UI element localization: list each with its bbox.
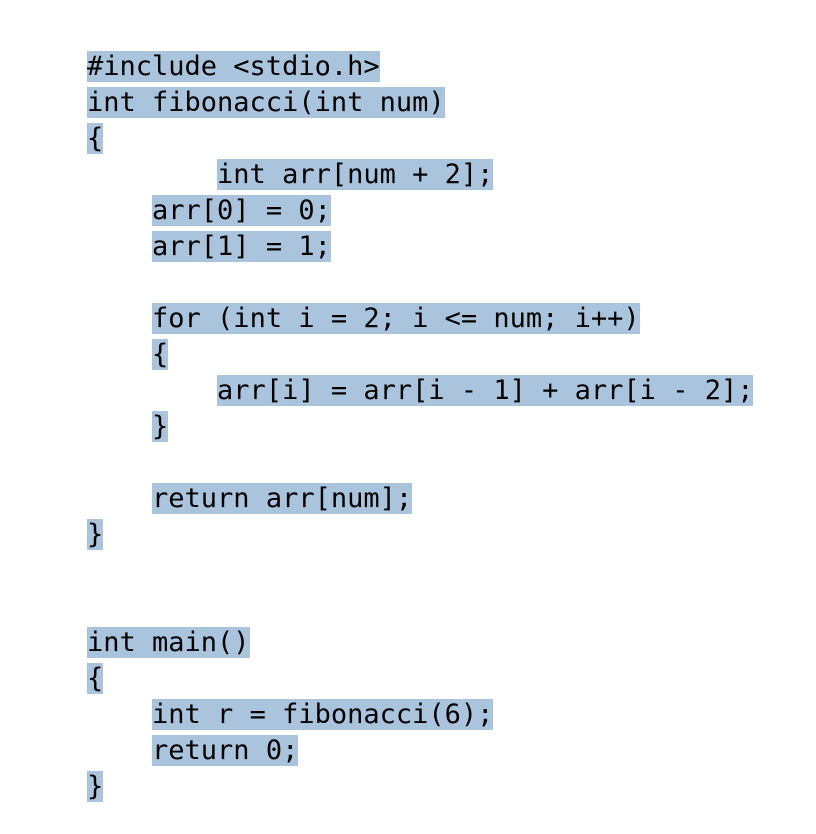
code-highlight: } <box>87 519 104 550</box>
code-highlight: { <box>87 123 104 154</box>
code-highlight: arr[0] = 0; <box>152 195 331 226</box>
code-highlight: for (int i = 2; i <= num; i++) <box>152 303 640 334</box>
code-line: { <box>87 339 787 376</box>
code-line: { <box>87 123 787 160</box>
code-line: int fibonacci(int num) <box>87 87 787 124</box>
code-line: arr[1] = 1; <box>87 231 787 268</box>
code-highlight: return arr[num]; <box>152 483 413 514</box>
code-highlight: { <box>87 663 104 694</box>
code-line: int arr[num + 2]; <box>87 159 787 196</box>
code-highlight: int main() <box>87 627 250 658</box>
code-highlight: arr[i] = arr[i - 1] + arr[i - 2]; <box>217 375 754 406</box>
code-line: } <box>87 771 787 808</box>
code-line: arr[0] = 0; <box>87 195 787 232</box>
code-highlight: int fibonacci(int num) <box>87 87 445 118</box>
code-line: arr[i] = arr[i - 1] + arr[i - 2]; <box>87 375 787 412</box>
code-block[interactable]: #include <stdio.h> int fibonacci(int num)… <box>87 51 787 808</box>
code-line: } <box>87 411 787 448</box>
code-line: for (int i = 2; i <= num; i++) <box>87 303 787 340</box>
code-line: } <box>87 519 787 556</box>
code-highlight: return 0; <box>152 735 299 766</box>
code-highlight: int r = fibonacci(6); <box>152 699 494 730</box>
code-highlight: #include <stdio.h> <box>87 51 380 82</box>
code-highlight: arr[1] = 1; <box>152 231 331 262</box>
code-highlight: int arr[num + 2]; <box>217 159 494 190</box>
code-line: int main() <box>87 627 787 664</box>
code-line: #include <stdio.h> <box>87 51 787 88</box>
code-line: return arr[num]; <box>87 483 787 520</box>
code-line: { <box>87 663 787 700</box>
code-line: return 0; <box>87 735 787 772</box>
code-highlight: { <box>152 339 169 370</box>
code-highlight: } <box>87 771 104 802</box>
code-line: int r = fibonacci(6); <box>87 699 787 736</box>
code-highlight: } <box>152 411 169 442</box>
